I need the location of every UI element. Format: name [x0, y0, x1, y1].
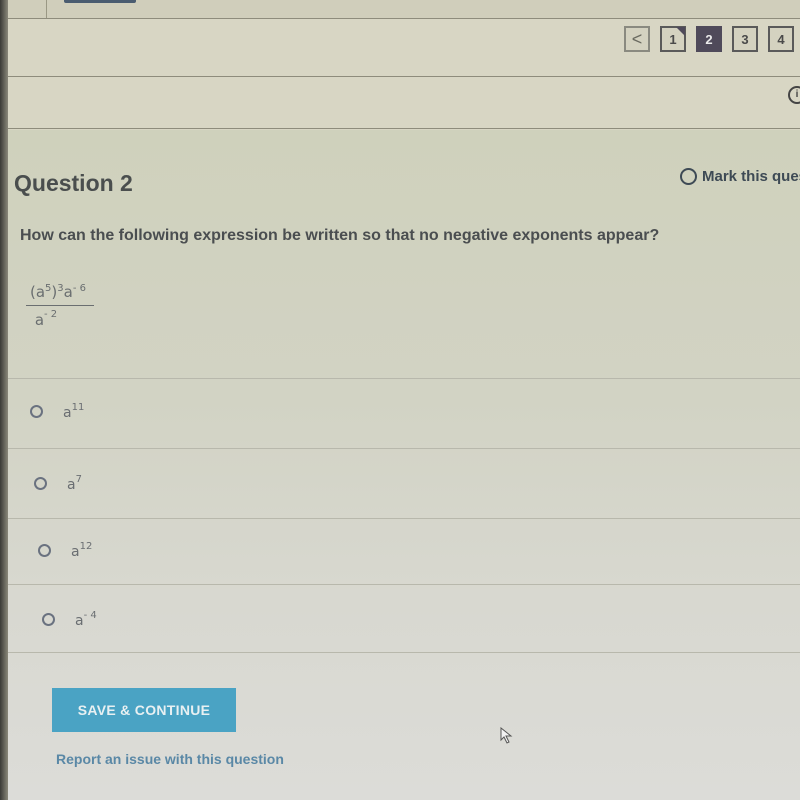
expr-base: a	[63, 283, 73, 301]
page-button-2[interactable]: 2	[696, 26, 722, 52]
answer-option-2[interactable]: a7	[34, 474, 82, 493]
expr-base: (a	[30, 283, 46, 301]
save-continue-button[interactable]: SAVE & CONTINUE	[52, 688, 236, 732]
option-divider	[8, 448, 800, 449]
fraction-bar	[26, 305, 94, 306]
option-label: a12	[71, 541, 93, 560]
expression-fraction: (a 5) 3 a - 6 a- 2	[26, 283, 94, 329]
expr-base: a	[34, 311, 45, 329]
screen-bezel	[0, 0, 8, 800]
page-number: 2	[705, 31, 713, 47]
option-label: a- 4	[75, 610, 97, 629]
option-divider	[8, 378, 800, 379]
answer-option-3[interactable]: a12	[38, 541, 92, 560]
question-pagination: < 1 2 3 4	[624, 26, 794, 52]
option-label: a7	[67, 474, 82, 493]
option-divider	[8, 518, 800, 519]
divider	[0, 18, 800, 19]
page-button-1[interactable]: 1	[660, 26, 686, 52]
answer-option-4[interactable]: a- 4	[42, 610, 97, 629]
expr-exponent: - 6	[72, 283, 87, 294]
option-divider	[8, 584, 800, 585]
page-button-4[interactable]: 4	[768, 26, 794, 52]
mark-question-label: Mark this question	[702, 168, 800, 185]
mark-question-toggle[interactable]: Mark this question	[680, 168, 800, 185]
radio-button[interactable]	[38, 544, 51, 557]
top-divider	[46, 0, 47, 18]
active-tab-indicator	[64, 0, 136, 3]
radio-button[interactable]	[42, 613, 55, 626]
page-number: 3	[741, 31, 749, 47]
answered-marker-icon	[676, 27, 685, 36]
divider	[0, 128, 800, 129]
fraction-denominator: a- 2	[26, 309, 66, 329]
radio-button[interactable]	[34, 477, 47, 490]
radio-circle-icon	[680, 168, 697, 185]
fraction-numerator: (a 5) 3 a - 6	[26, 283, 94, 301]
mouse-cursor-icon	[500, 727, 513, 744]
option-label: a11	[63, 402, 85, 421]
chevron-left-icon: <	[631, 28, 643, 49]
report-issue-link[interactable]: Report an issue with this question	[56, 751, 284, 767]
question-prompt: How can the following expression be writ…	[20, 227, 660, 244]
expr-exponent: - 2	[44, 309, 58, 320]
divider	[0, 76, 800, 77]
prev-page-button[interactable]: <	[624, 26, 650, 52]
page-button-3[interactable]: 3	[732, 26, 758, 52]
question-title: Question 2	[14, 170, 133, 196]
info-icon[interactable]: i	[788, 86, 800, 104]
radio-button[interactable]	[30, 405, 43, 418]
option-divider	[8, 652, 800, 653]
answer-option-1[interactable]: a11	[30, 402, 84, 421]
page-number: 4	[777, 31, 785, 47]
